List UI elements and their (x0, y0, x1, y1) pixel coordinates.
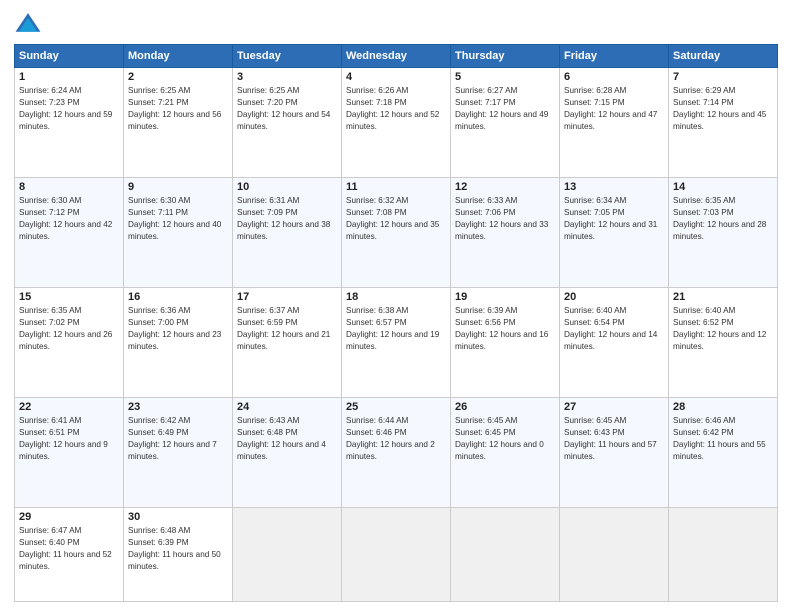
table-row: 16 Sunrise: 6:36 AM Sunset: 7:00 PM Dayl… (124, 288, 233, 398)
col-tuesday: Tuesday (233, 45, 342, 68)
table-row: 28 Sunrise: 6:46 AM Sunset: 6:42 PM Dayl… (669, 398, 778, 508)
table-row: 30 Sunrise: 6:48 AM Sunset: 6:39 PM Dayl… (124, 508, 233, 602)
logo-icon (14, 10, 42, 38)
empty-cell (560, 508, 669, 602)
empty-cell (233, 508, 342, 602)
table-row: 21 Sunrise: 6:40 AM Sunset: 6:52 PM Dayl… (669, 288, 778, 398)
calendar-table: Sunday Monday Tuesday Wednesday Thursday… (14, 44, 778, 602)
empty-cell (342, 508, 451, 602)
calendar-row: 8 Sunrise: 6:30 AM Sunset: 7:12 PM Dayli… (15, 178, 778, 288)
table-row: 4 Sunrise: 6:26 AM Sunset: 7:18 PM Dayli… (342, 68, 451, 178)
table-row: 9 Sunrise: 6:30 AM Sunset: 7:11 PM Dayli… (124, 178, 233, 288)
empty-cell (451, 508, 560, 602)
table-row: 27 Sunrise: 6:45 AM Sunset: 6:43 PM Dayl… (560, 398, 669, 508)
table-row: 12 Sunrise: 6:33 AM Sunset: 7:06 PM Dayl… (451, 178, 560, 288)
table-row: 2 Sunrise: 6:25 AM Sunset: 7:21 PM Dayli… (124, 68, 233, 178)
table-row: 29 Sunrise: 6:47 AM Sunset: 6:40 PM Dayl… (15, 508, 124, 602)
table-row: 25 Sunrise: 6:44 AM Sunset: 6:46 PM Dayl… (342, 398, 451, 508)
table-row: 15 Sunrise: 6:35 AM Sunset: 7:02 PM Dayl… (15, 288, 124, 398)
empty-cell (669, 508, 778, 602)
header (14, 10, 778, 38)
header-row: Sunday Monday Tuesday Wednesday Thursday… (15, 45, 778, 68)
table-row: 17 Sunrise: 6:37 AM Sunset: 6:59 PM Dayl… (233, 288, 342, 398)
table-row: 18 Sunrise: 6:38 AM Sunset: 6:57 PM Dayl… (342, 288, 451, 398)
col-thursday: Thursday (451, 45, 560, 68)
calendar-row: 29 Sunrise: 6:47 AM Sunset: 6:40 PM Dayl… (15, 508, 778, 602)
calendar-row: 1 Sunrise: 6:24 AM Sunset: 7:23 PM Dayli… (15, 68, 778, 178)
table-row: 19 Sunrise: 6:39 AM Sunset: 6:56 PM Dayl… (451, 288, 560, 398)
col-saturday: Saturday (669, 45, 778, 68)
table-row: 6 Sunrise: 6:28 AM Sunset: 7:15 PM Dayli… (560, 68, 669, 178)
calendar-row: 22 Sunrise: 6:41 AM Sunset: 6:51 PM Dayl… (15, 398, 778, 508)
col-sunday: Sunday (15, 45, 124, 68)
table-row: 24 Sunrise: 6:43 AM Sunset: 6:48 PM Dayl… (233, 398, 342, 508)
table-row: 22 Sunrise: 6:41 AM Sunset: 6:51 PM Dayl… (15, 398, 124, 508)
table-row: 11 Sunrise: 6:32 AM Sunset: 7:08 PM Dayl… (342, 178, 451, 288)
table-row: 7 Sunrise: 6:29 AM Sunset: 7:14 PM Dayli… (669, 68, 778, 178)
logo (14, 10, 46, 38)
table-row: 5 Sunrise: 6:27 AM Sunset: 7:17 PM Dayli… (451, 68, 560, 178)
table-row: 3 Sunrise: 6:25 AM Sunset: 7:20 PM Dayli… (233, 68, 342, 178)
table-row: 14 Sunrise: 6:35 AM Sunset: 7:03 PM Dayl… (669, 178, 778, 288)
page: Sunday Monday Tuesday Wednesday Thursday… (0, 0, 792, 612)
col-friday: Friday (560, 45, 669, 68)
col-monday: Monday (124, 45, 233, 68)
calendar-row: 15 Sunrise: 6:35 AM Sunset: 7:02 PM Dayl… (15, 288, 778, 398)
table-row: 20 Sunrise: 6:40 AM Sunset: 6:54 PM Dayl… (560, 288, 669, 398)
table-row: 10 Sunrise: 6:31 AM Sunset: 7:09 PM Dayl… (233, 178, 342, 288)
table-row: 8 Sunrise: 6:30 AM Sunset: 7:12 PM Dayli… (15, 178, 124, 288)
table-row: 1 Sunrise: 6:24 AM Sunset: 7:23 PM Dayli… (15, 68, 124, 178)
table-row: 23 Sunrise: 6:42 AM Sunset: 6:49 PM Dayl… (124, 398, 233, 508)
table-row: 13 Sunrise: 6:34 AM Sunset: 7:05 PM Dayl… (560, 178, 669, 288)
col-wednesday: Wednesday (342, 45, 451, 68)
table-row: 26 Sunrise: 6:45 AM Sunset: 6:45 PM Dayl… (451, 398, 560, 508)
